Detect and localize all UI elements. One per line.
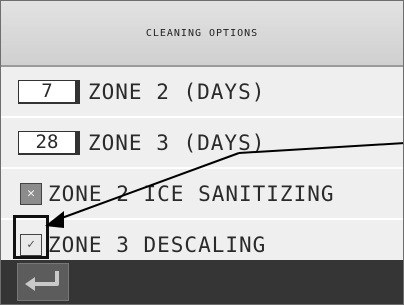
back-button[interactable]: [17, 263, 69, 301]
zone-2-days-label: ZONE 2 (DAYS): [88, 79, 266, 104]
return-arrow-icon: [25, 271, 59, 291]
zone-2-ice-sanitizing-label: ZONE 2 ICE SANITIZING: [48, 181, 335, 206]
zone-3-descaling-label: ZONE 3 DESCALING: [48, 232, 267, 257]
zone-3-days-label: ZONE 3 (DAYS): [88, 130, 266, 155]
zone-3-days-value[interactable]: 28: [18, 130, 80, 155]
zone-2-days-row[interactable]: 7 ZONE 2 (DAYS): [1, 67, 403, 118]
descaling-checkbox-highlight: [13, 215, 49, 259]
zone-2-days-value[interactable]: 7: [18, 79, 80, 104]
zone-3-days-row[interactable]: 28 ZONE 3 (DAYS): [1, 118, 403, 169]
page-title: CLEANING OPTIONS: [1, 1, 403, 67]
footer-bar: [1, 260, 403, 304]
x-mark-icon: ✕: [27, 186, 35, 201]
zone-2-ice-sanitizing-checkbox[interactable]: ✕: [20, 182, 42, 205]
zone-2-ice-sanitizing-row[interactable]: ✕ ZONE 2 ICE SANITIZING: [1, 169, 403, 220]
cleaning-options-panel: CLEANING OPTIONS 7 ZONE 2 (DAYS) 28 ZONE…: [0, 0, 404, 305]
